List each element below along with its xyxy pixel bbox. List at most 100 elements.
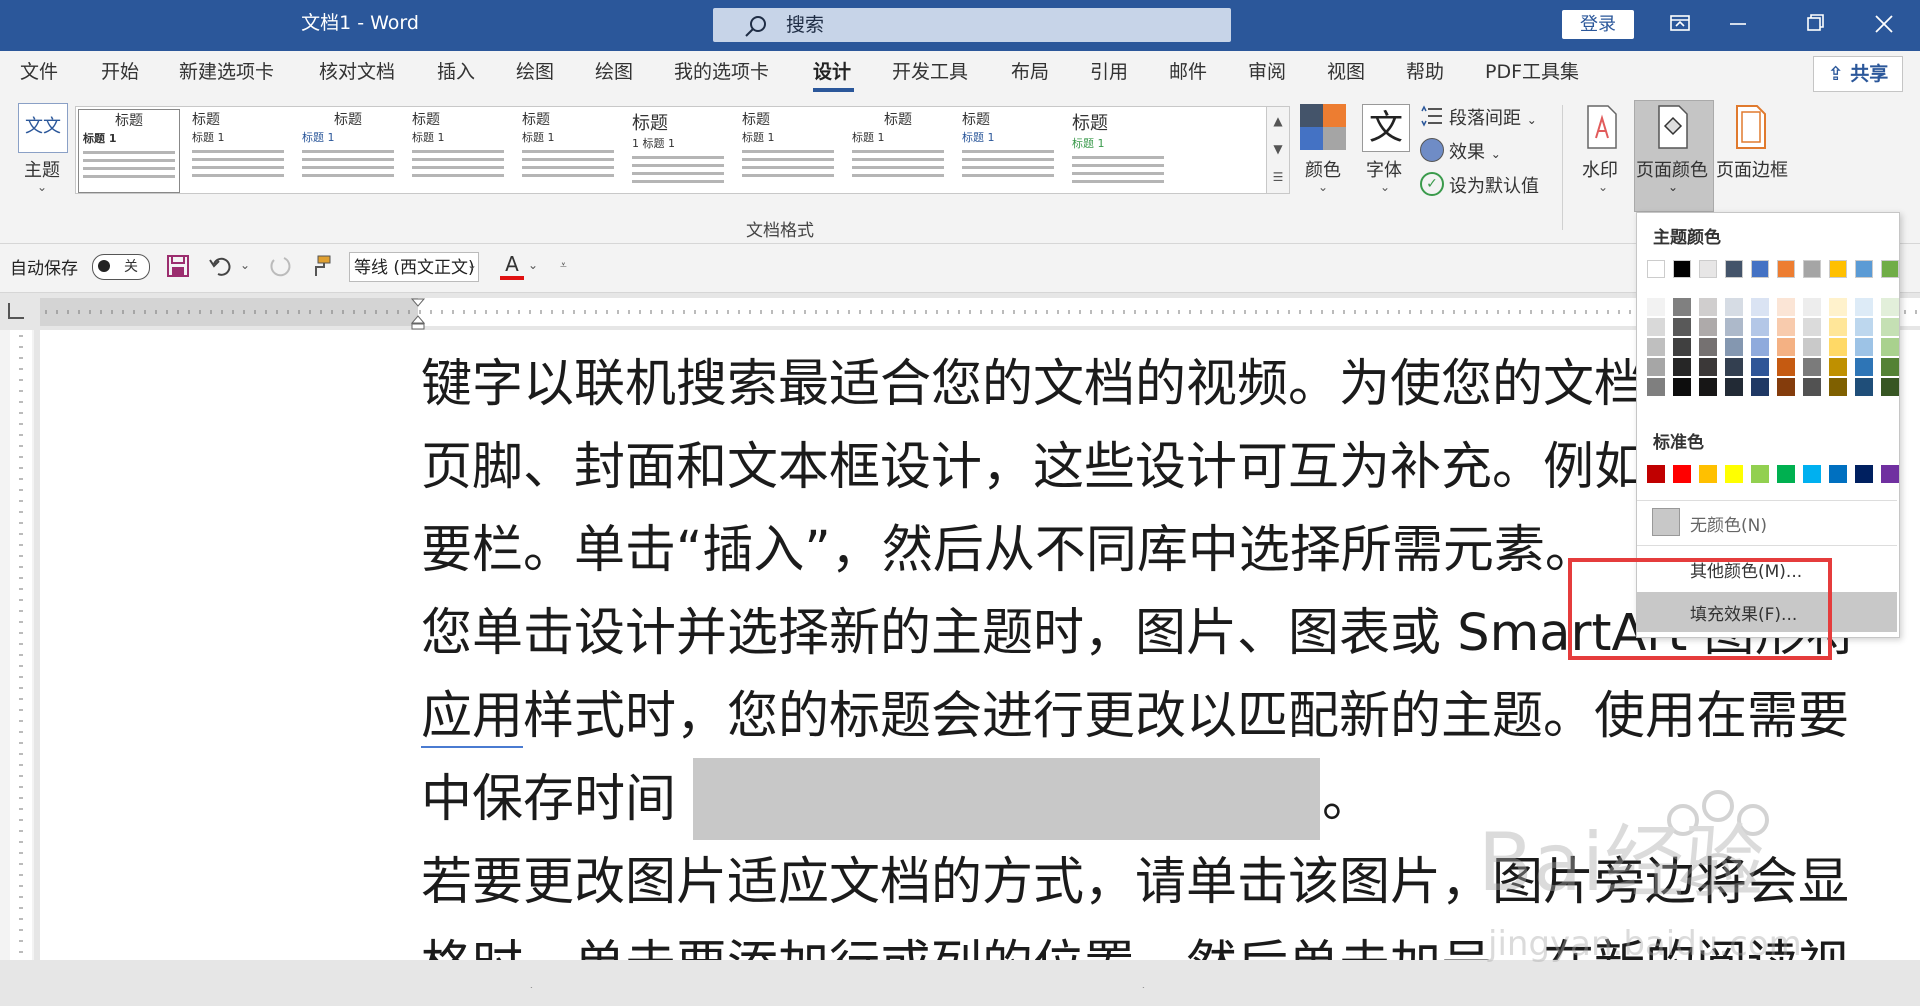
- tab-view[interactable]: 视图: [1327, 51, 1365, 93]
- tab-developer[interactable]: 开发工具: [892, 51, 968, 93]
- theme-shade-swatch[interactable]: [1647, 378, 1665, 396]
- tab-selector-icon[interactable]: [8, 303, 24, 319]
- theme-shade-swatch[interactable]: [1699, 358, 1717, 376]
- theme-shade-swatch[interactable]: [1647, 298, 1665, 316]
- theme-shade-swatch[interactable]: [1855, 318, 1873, 336]
- tab-my-tab[interactable]: 我的选项卡: [674, 51, 769, 93]
- theme-shade-swatch[interactable]: [1699, 298, 1717, 316]
- theme-shade-swatch[interactable]: [1725, 378, 1743, 396]
- theme-color-swatch[interactable]: [1751, 260, 1769, 278]
- standard-color-swatch[interactable]: [1699, 465, 1717, 483]
- tab-design[interactable]: 设计: [813, 51, 851, 93]
- theme-shade-swatch[interactable]: [1829, 298, 1847, 316]
- tab-review-doc[interactable]: 核对文档: [319, 51, 395, 93]
- font-color-dropdown-icon[interactable]: ⌄: [528, 258, 538, 272]
- theme-shade-swatch[interactable]: [1673, 338, 1691, 356]
- gallery-down-icon[interactable]: ▼: [1267, 135, 1289, 163]
- minimize-icon[interactable]: [1710, 0, 1766, 47]
- theme-color-swatch[interactable]: [1855, 260, 1873, 278]
- standard-color-swatch[interactable]: [1881, 465, 1899, 483]
- set-as-default-button[interactable]: 设为默认值: [1449, 172, 1539, 198]
- style-set-thumbnail[interactable]: 标题 1 标题 1: [628, 109, 728, 191]
- colors-icon[interactable]: [1300, 104, 1346, 150]
- theme-shade-swatch[interactable]: [1751, 358, 1769, 376]
- tab-help[interactable]: 帮助: [1406, 51, 1444, 93]
- tab-references[interactable]: 引用: [1090, 51, 1128, 93]
- standard-color-swatch[interactable]: [1829, 465, 1847, 483]
- theme-color-swatch[interactable]: [1829, 260, 1847, 278]
- style-set-thumbnail[interactable]: 标题 标题 1: [738, 109, 838, 191]
- undo-dropdown-icon[interactable]: ⌄: [240, 258, 250, 272]
- theme-shade-swatch[interactable]: [1647, 358, 1665, 376]
- login-button[interactable]: 登录: [1562, 10, 1634, 39]
- no-color-item[interactable]: 无颜色(N): [1690, 511, 1767, 536]
- font-name-box[interactable]: 等线 (西文正文): [349, 252, 479, 282]
- theme-shade-swatch[interactable]: [1855, 298, 1873, 316]
- paragraph-spacing-button[interactable]: 段落间距 ⌄: [1449, 104, 1537, 130]
- theme-shade-swatch[interactable]: [1855, 338, 1873, 356]
- theme-shade-swatch[interactable]: [1751, 378, 1769, 396]
- theme-shade-swatch[interactable]: [1855, 378, 1873, 396]
- theme-shade-swatch[interactable]: [1803, 358, 1821, 376]
- page-borders-icon[interactable]: [1733, 104, 1769, 150]
- tab-insert[interactable]: 插入: [437, 51, 475, 93]
- tab-layout[interactable]: 布局: [1011, 51, 1049, 93]
- theme-shade-swatch[interactable]: [1881, 378, 1899, 396]
- tab-pdf-tools[interactable]: PDF工具集: [1485, 51, 1579, 93]
- theme-chevron-down-icon[interactable]: ⌄: [37, 180, 47, 194]
- gallery-more-icon[interactable]: ☰: [1267, 163, 1289, 191]
- theme-shade-swatch[interactable]: [1647, 318, 1665, 336]
- watermark-icon[interactable]: [1584, 104, 1620, 150]
- theme-shade-swatch[interactable]: [1803, 378, 1821, 396]
- font-dropdown-icon[interactable]: ⌄: [467, 258, 477, 272]
- theme-shade-swatch[interactable]: [1725, 338, 1743, 356]
- theme-shade-swatch[interactable]: [1829, 318, 1847, 336]
- theme-button-label[interactable]: 主题: [24, 156, 60, 182]
- theme-color-swatch[interactable]: [1803, 260, 1821, 278]
- theme-shade-swatch[interactable]: [1751, 318, 1769, 336]
- fonts-chevron-down-icon[interactable]: ⌄: [1380, 180, 1390, 194]
- standard-color-swatch[interactable]: [1855, 465, 1873, 483]
- standard-color-swatch[interactable]: [1751, 465, 1769, 483]
- theme-shade-swatch[interactable]: [1777, 298, 1795, 316]
- customize-qat-icon[interactable]: ⩡: [560, 258, 567, 273]
- restore-icon[interactable]: [1788, 0, 1844, 47]
- indent-marker-icon[interactable]: [410, 297, 426, 331]
- theme-shade-swatch[interactable]: [1673, 358, 1691, 376]
- theme-color-swatch[interactable]: [1673, 260, 1691, 278]
- theme-shade-swatch[interactable]: [1751, 298, 1769, 316]
- theme-shade-swatch[interactable]: [1699, 338, 1717, 356]
- gallery-up-icon[interactable]: ▲: [1267, 107, 1289, 135]
- standard-color-swatch[interactable]: [1803, 465, 1821, 483]
- theme-shade-swatch[interactable]: [1881, 338, 1899, 356]
- theme-shade-swatch[interactable]: [1829, 338, 1847, 356]
- theme-shade-swatch[interactable]: [1725, 318, 1743, 336]
- style-set-thumbnail[interactable]: 标题 标题 1: [848, 109, 948, 191]
- watermark-chevron-down-icon[interactable]: ⌄: [1598, 180, 1608, 194]
- watermark-button-label[interactable]: 水印: [1582, 156, 1618, 182]
- style-set-thumbnail[interactable]: 标题 标题 1: [958, 109, 1058, 191]
- theme-shade-swatch[interactable]: [1803, 318, 1821, 336]
- standard-color-swatch[interactable]: [1647, 465, 1665, 483]
- theme-color-swatch[interactable]: [1699, 260, 1717, 278]
- theme-color-swatch[interactable]: [1647, 260, 1665, 278]
- style-set-thumbnail[interactable]: 标题 标题 1: [518, 109, 618, 191]
- theme-shade-swatch[interactable]: [1803, 298, 1821, 316]
- theme-shade-swatch[interactable]: [1855, 358, 1873, 376]
- style-set-thumbnail[interactable]: 标题 标题 1: [1068, 109, 1168, 191]
- effects-button[interactable]: 效果 ⌄: [1449, 138, 1501, 164]
- format-painter-icon[interactable]: [308, 254, 334, 278]
- standard-color-swatch[interactable]: [1673, 465, 1691, 483]
- theme-shade-swatch[interactable]: [1881, 318, 1899, 336]
- colors-button-label[interactable]: 颜色: [1305, 156, 1341, 182]
- fonts-icon[interactable]: 文: [1362, 104, 1410, 152]
- ribbon-display-options-icon[interactable]: [1652, 0, 1708, 47]
- tab-home[interactable]: 开始: [101, 51, 139, 93]
- theme-shade-swatch[interactable]: [1699, 378, 1717, 396]
- share-button[interactable]: ⇪ 共享: [1813, 56, 1903, 92]
- theme-shade-swatch[interactable]: [1751, 338, 1769, 356]
- fonts-button-label[interactable]: 字体: [1366, 156, 1402, 182]
- tab-new-tab[interactable]: 新建选项卡: [179, 51, 274, 93]
- standard-color-swatch[interactable]: [1725, 465, 1743, 483]
- theme-shade-swatch[interactable]: [1881, 358, 1899, 376]
